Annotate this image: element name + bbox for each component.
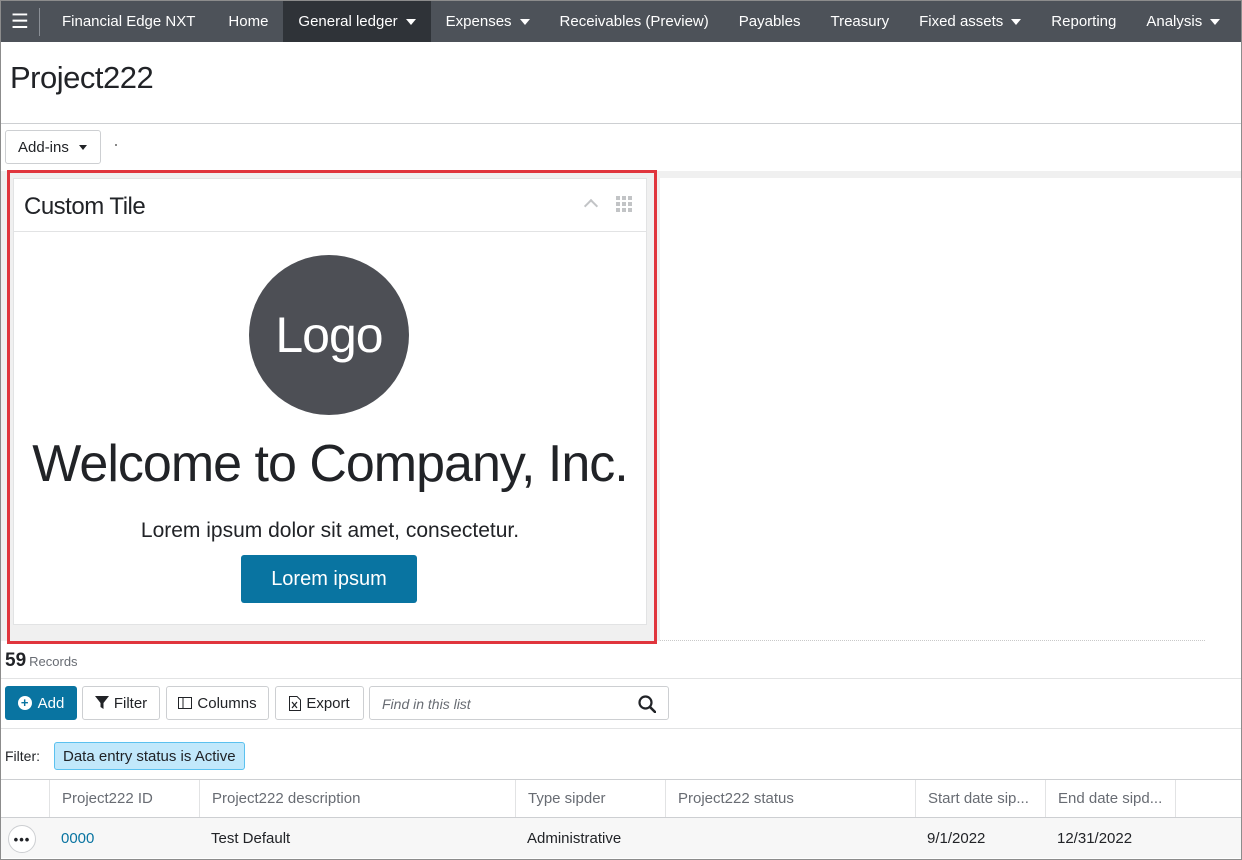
- column-header[interactable]: Project222 ID: [49, 780, 199, 817]
- record-count-number: 59: [5, 650, 27, 671]
- row-description: Test Default: [211, 829, 291, 847]
- nav-brand[interactable]: Financial Edge NXT: [46, 1, 213, 42]
- addins-dropdown[interactable]: Add-ins: [5, 130, 101, 164]
- filter-chip[interactable]: Data entry status is Active: [54, 742, 245, 770]
- nav-item-receivables[interactable]: Receivables (Preview): [545, 1, 724, 42]
- column-header[interactable]: Project222 status: [665, 780, 915, 817]
- export-button-label: Export: [306, 694, 350, 712]
- plus-circle-icon: +: [17, 696, 32, 710]
- hamburger-menu-icon[interactable]: ☰: [1, 1, 39, 42]
- column-header-spacer: [1175, 780, 1241, 817]
- columns-icon: [178, 697, 193, 709]
- filter-summary-label: Filter:: [5, 748, 40, 764]
- column-header[interactable]: Type sipder: [515, 780, 665, 817]
- row-id-link[interactable]: 0000: [49, 818, 94, 858]
- highlight-box: [7, 170, 657, 644]
- nav-item-label: General ledger: [298, 13, 398, 30]
- filter-button-label: Filter: [113, 694, 148, 712]
- nav-item-label: Payables: [738, 13, 801, 30]
- nav-item-label: Analysis: [1146, 13, 1203, 30]
- nav-item-home[interactable]: Home: [213, 1, 283, 42]
- stray-mark: [115, 144, 117, 146]
- row-start-date: 9/1/2022: [927, 829, 986, 847]
- nav-item-analysis[interactable]: Analysis: [1131, 1, 1235, 42]
- nav-item-label: Home: [228, 13, 269, 30]
- row-type: Administrative: [527, 829, 622, 847]
- divider: [1, 123, 1241, 124]
- caret-down-icon: [1011, 18, 1022, 25]
- add-button[interactable]: + Add: [5, 686, 77, 720]
- add-button-label: Add: [37, 694, 65, 712]
- columns-button-label: Columns: [197, 694, 257, 712]
- dotted-divider: [660, 640, 1205, 641]
- nav-item-label: Reporting: [1051, 13, 1117, 30]
- page-title: Project222: [10, 60, 154, 95]
- search-input[interactable]: [382, 694, 622, 714]
- caret-down-icon: [519, 18, 530, 25]
- record-count-label: Records: [29, 654, 78, 669]
- nav-item-payables[interactable]: Payables: [724, 1, 816, 42]
- nav-item-fixed-assets[interactable]: Fixed assets: [904, 1, 1036, 42]
- row-end-date: 12/31/2022: [1057, 829, 1133, 847]
- nav-item-reporting[interactable]: Reporting: [1036, 1, 1131, 42]
- caret-down-icon: [1210, 18, 1221, 25]
- export-button[interactable]: Export: [275, 686, 364, 720]
- filter-icon: [94, 696, 109, 709]
- filter-button[interactable]: Filter: [82, 686, 160, 720]
- caret-down-icon: [78, 144, 87, 150]
- search-box: [369, 686, 669, 720]
- addins-label: Add-ins: [18, 138, 69, 156]
- row-context-menu-button[interactable]: •••: [8, 825, 36, 853]
- column-header[interactable]: Start date sip...: [915, 780, 1045, 817]
- top-navbar: ☰ Financial Edge NXT Home General ledger…: [1, 1, 1241, 42]
- nav-item-expenses[interactable]: Expenses: [431, 1, 545, 42]
- nav-separator: [39, 7, 40, 36]
- nav-item-label: Treasury: [830, 13, 890, 30]
- column-header[interactable]: End date sipd...: [1045, 780, 1175, 817]
- table-header: Project222 ID Project222 description Typ…: [1, 779, 1241, 818]
- records-table: Project222 ID Project222 description Typ…: [1, 779, 1241, 858]
- excel-file-icon: [289, 695, 302, 711]
- record-count: 59 Records: [5, 650, 78, 672]
- nav-item-label: Fixed assets: [919, 13, 1004, 30]
- table-row: ••• 0000 Test Default Administrative 9/1…: [1, 818, 1241, 858]
- nav-item-general-ledger[interactable]: General ledger: [283, 1, 431, 42]
- nav-item-label: Receivables (Preview): [559, 13, 709, 30]
- nav-item-label: Expenses: [445, 13, 512, 30]
- divider: [1, 678, 1241, 679]
- divider: [1, 728, 1241, 729]
- search-icon[interactable]: [638, 695, 656, 713]
- caret-down-icon: [405, 18, 416, 25]
- tile-area-empty: [660, 178, 1241, 641]
- columns-button[interactable]: Columns: [166, 686, 269, 720]
- column-header[interactable]: Project222 description: [199, 780, 515, 817]
- nav-item-treasury[interactable]: Treasury: [815, 1, 904, 42]
- row-status: [665, 818, 677, 858]
